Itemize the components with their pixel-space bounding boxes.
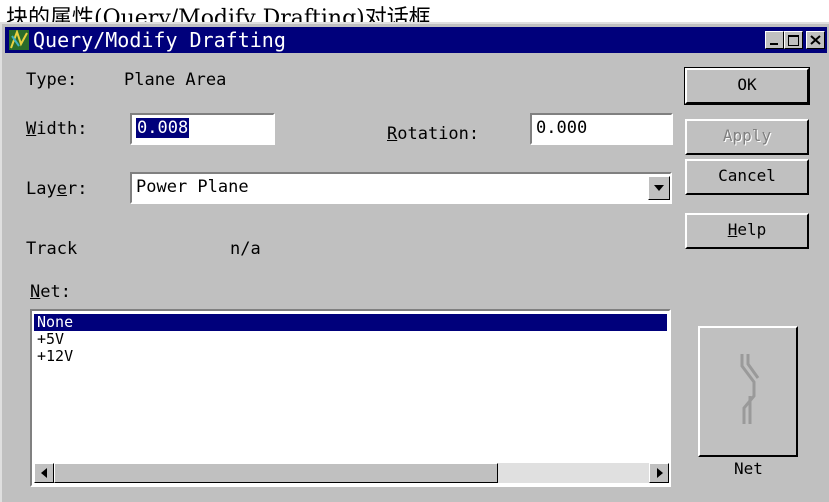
track-label: Track [26, 239, 78, 259]
help-mnemonic: H [727, 220, 738, 239]
rotation-label-rest: otation: [397, 124, 480, 144]
net-button[interactable] [698, 326, 798, 457]
title-bar[interactable]: Query/Modify Drafting [5, 27, 827, 53]
scroll-left-button[interactable] [34, 463, 54, 483]
net-list-hscrollbar[interactable] [34, 463, 669, 483]
scroll-left-icon [41, 468, 47, 478]
net-label: Net: [30, 282, 71, 302]
maximize-button[interactable] [784, 31, 803, 49]
layer-dropdown-button[interactable] [648, 176, 670, 200]
track-value: n/a [230, 239, 261, 259]
maximize-icon [788, 35, 799, 46]
close-button[interactable] [806, 31, 825, 49]
type-label: Type: [26, 70, 78, 90]
scroll-right-icon [657, 468, 663, 478]
net-icon [740, 354, 760, 424]
close-icon [810, 35, 821, 45]
ok-button[interactable]: OK [684, 67, 810, 105]
layer-label-mnemonic: e [56, 179, 67, 199]
type-value: Plane Area [124, 70, 227, 90]
rotation-input[interactable]: 0.000 [530, 113, 673, 145]
query-modify-dialog: Query/Modify Drafting Type: Plane Area W… [0, 22, 829, 502]
help-rest: elp [737, 220, 767, 239]
width-input[interactable]: 0.008 [130, 113, 275, 145]
width-label-rest: idth: [36, 119, 88, 139]
net-list[interactable]: None +5V +12V [30, 309, 671, 487]
net-label-rest: et: [40, 282, 71, 302]
minimize-icon [770, 43, 778, 45]
layer-label-prefix: Lay [26, 179, 57, 199]
net-item-12v[interactable]: +12V [34, 348, 667, 365]
width-label-mnemonic: W [26, 119, 37, 139]
layer-label-rest: r: [66, 179, 88, 199]
net-label-mnemonic: N [30, 282, 41, 302]
minimize-button[interactable] [765, 31, 784, 49]
layer-label: Layer: [26, 179, 87, 199]
dropdown-arrow-icon [654, 185, 664, 191]
apply-button[interactable]: Apply [685, 119, 809, 155]
scroll-right-button[interactable] [649, 463, 669, 483]
help-button[interactable]: Help [685, 213, 809, 249]
layer-select[interactable]: Power Plane [130, 172, 672, 204]
rotation-label: Rotation: [387, 124, 479, 144]
net-item-none[interactable]: None [34, 314, 667, 331]
width-label: Width: [26, 119, 87, 139]
width-value: 0.008 [136, 118, 190, 138]
layer-value: Power Plane [136, 177, 249, 197]
window-title: Query/Modify Drafting [33, 28, 286, 52]
net-button-label: Net [734, 459, 763, 478]
rotation-value: 0.000 [536, 118, 588, 138]
app-icon [9, 30, 29, 50]
net-item-5v[interactable]: +5V [34, 331, 667, 348]
cancel-button[interactable]: Cancel [685, 159, 809, 195]
scroll-thumb[interactable] [54, 463, 498, 483]
rotation-label-mnemonic: R [387, 124, 398, 144]
